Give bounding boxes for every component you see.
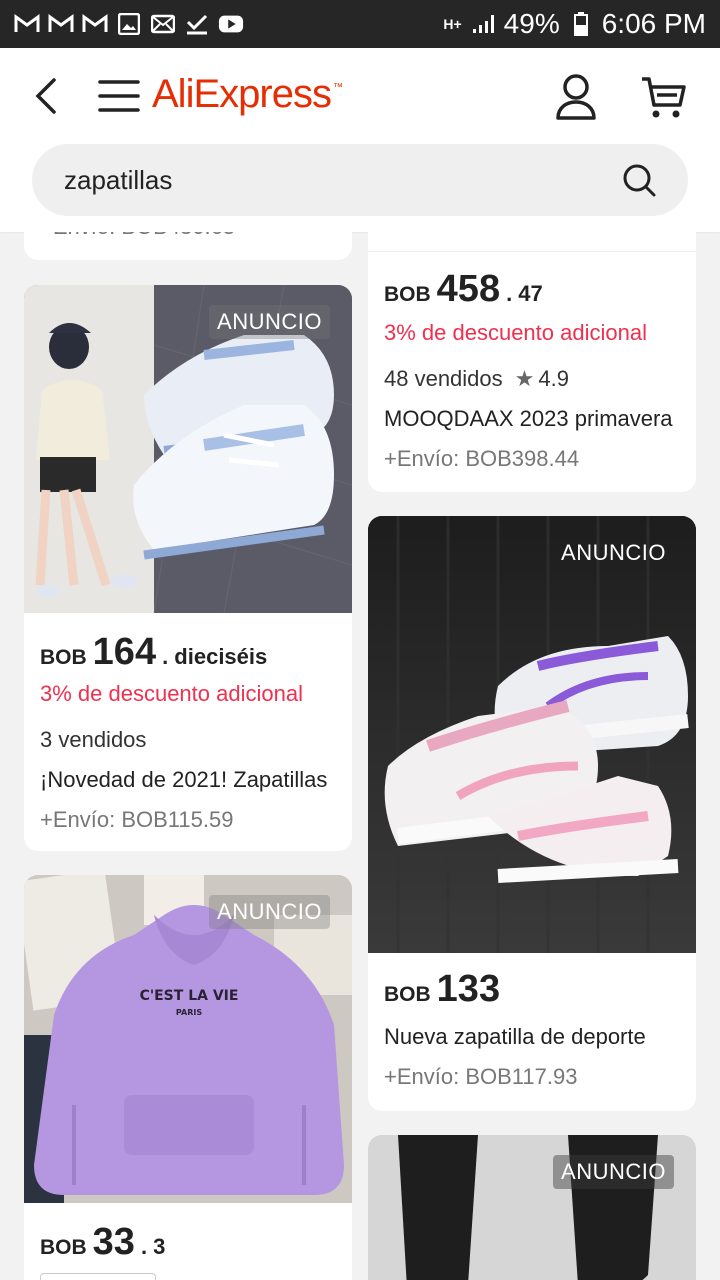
- gmail-icon: [14, 13, 40, 35]
- product-image: ANUNCIO: [368, 1135, 696, 1280]
- product-card[interactable]: BOB 458 . 47 3% de descuento adicional 4…: [368, 232, 696, 492]
- ad-badge: ANUNCIO: [209, 895, 330, 929]
- hamburger-icon: [98, 80, 140, 112]
- gmail-icon: [82, 13, 108, 35]
- search-input[interactable]: zapatillas: [64, 165, 622, 196]
- price-integer: 133: [436, 968, 501, 1010]
- hoodie-print-text: C'EST LA VIE: [140, 988, 239, 1004]
- battery-percent: 49%: [503, 8, 560, 39]
- price-integer: 458: [436, 268, 501, 310]
- tag: [40, 1273, 156, 1280]
- back-arrow-icon: [35, 78, 56, 114]
- price: BOB 133: [384, 968, 500, 1011]
- product-title: Nueva zapatilla de deporte: [384, 1024, 646, 1049]
- hoodie-print-subtext: PARIS: [176, 1008, 202, 1017]
- product-title: MOOQDAAX 2023 primavera: [384, 406, 673, 431]
- product-image: [368, 232, 696, 252]
- star-icon: ★: [514, 366, 535, 391]
- shipping-cost: +Envío: BOB117.93: [384, 1064, 578, 1089]
- price-integer: 33: [92, 1221, 135, 1263]
- price-integer: 164: [92, 631, 157, 673]
- search-bar[interactable]: zapatillas: [32, 144, 688, 216]
- cart-button[interactable]: [640, 74, 686, 120]
- price-decimal: . dieciséis: [162, 644, 268, 669]
- notification-icons: [14, 13, 244, 35]
- currency: BOB: [384, 983, 431, 1006]
- product-image: ANUNCIO: [368, 516, 696, 953]
- ad-badge: ANUNCIO: [553, 1155, 674, 1189]
- price: BOB 33 . 3: [40, 1221, 165, 1264]
- logo-text: AliExpress: [152, 72, 332, 116]
- status-bar: H+ 49% 6:06 PM: [0, 0, 720, 48]
- cart-icon: [642, 77, 686, 118]
- gmail-icon: [48, 13, 74, 35]
- discount-label: 3% de descuento adicional: [384, 320, 647, 345]
- product-title: ¡Novedad de 2021! Zapatillas: [40, 767, 328, 792]
- signal-icon: [470, 13, 496, 35]
- sold-count: 48 vendidos: [384, 366, 503, 391]
- product-card[interactable]: ANUNCIO: [368, 1135, 696, 1280]
- menu-button[interactable]: [98, 78, 140, 114]
- currency: BOB: [384, 283, 431, 306]
- sold-count: 3 vendidos: [40, 727, 147, 752]
- sales-rating: 48 vendidos ★ 4.9: [384, 366, 684, 392]
- shipping-cost: +Envío: BOB430.65: [40, 232, 340, 240]
- discount-label: 3% de descuento adicional: [40, 681, 303, 706]
- user-icon: [556, 74, 596, 120]
- price-decimal: . 47: [506, 281, 543, 306]
- ad-badge: ANUNCIO: [561, 540, 666, 565]
- aliexpress-logo[interactable]: AliExpress ™: [152, 72, 343, 117]
- product-card[interactable]: +Envío: BOB430.65: [24, 232, 352, 260]
- currency: BOB: [40, 1236, 87, 1259]
- check-icon: [184, 13, 210, 35]
- email-icon: [150, 13, 176, 35]
- back-button[interactable]: [28, 76, 68, 116]
- shipping-cost: +Envío: BOB398.44: [384, 446, 580, 471]
- app-header: AliExpress ™ zapatillas: [0, 48, 720, 232]
- product-card[interactable]: ANUNCIO BOB 133 Nueva zapatilla de depor…: [368, 516, 696, 1111]
- search-icon[interactable]: [622, 163, 656, 197]
- account-button[interactable]: [554, 72, 598, 122]
- price: BOB 164 . dieciséis: [40, 631, 267, 674]
- clock: 6:06 PM: [601, 8, 706, 39]
- currency: BOB: [40, 646, 87, 669]
- image-icon: [116, 13, 142, 35]
- shipping-cost: +Envío: BOB115.59: [40, 807, 234, 832]
- rating: 4.9: [538, 366, 569, 391]
- youtube-icon: [218, 13, 244, 35]
- battery-icon: [568, 12, 594, 36]
- product-grid: +Envío: BOB430.65 BOB 458 . 47 3% de des…: [0, 232, 720, 1280]
- price: BOB 458 . 47: [384, 268, 543, 311]
- product-card[interactable]: C'EST LA VIE PARIS ANUNCIO BOB 33 . 3: [24, 875, 352, 1280]
- ad-badge: ANUNCIO: [209, 305, 330, 339]
- product-image: ANUNCIO: [24, 285, 352, 614]
- network-type: H+: [443, 16, 462, 32]
- price-decimal: . 3: [140, 1234, 166, 1259]
- product-card[interactable]: ANUNCIO BOB 164 . dieciséis 3% de descue…: [24, 285, 352, 851]
- product-image: C'EST LA VIE PARIS ANUNCIO: [24, 875, 352, 1203]
- nav-bar: AliExpress ™: [0, 48, 720, 144]
